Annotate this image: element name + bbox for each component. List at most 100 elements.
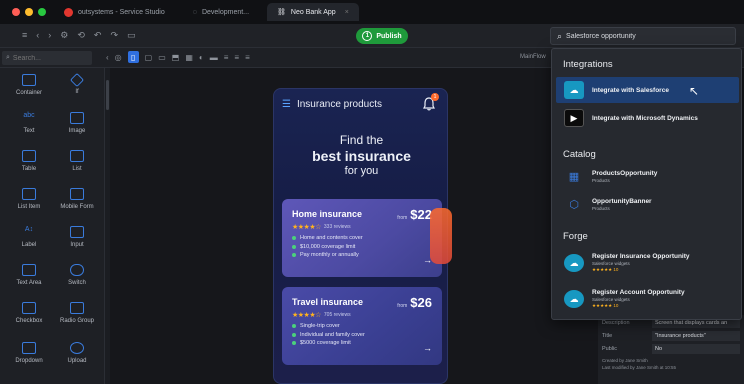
table-grid-icon: ▦ [568, 170, 580, 183]
list-item: $5000 coverage limit [292, 340, 432, 346]
theme-icon[interactable]: ◐ [199, 53, 204, 62]
publish-button[interactable]: 1 Publish [356, 28, 408, 44]
insurance-card-travel[interactable]: Travel insurance from $26 ★★★★☆ 705 revi… [282, 287, 442, 365]
widget-if[interactable]: If [54, 72, 100, 112]
widgets-scrollbar[interactable] [106, 80, 109, 110]
layout-icon[interactable]: ⬒ [172, 53, 180, 62]
widget-tree-icon[interactable]: ▬ [210, 53, 218, 62]
section-catalog: Catalog [563, 149, 596, 160]
result-register-account-opportunity[interactable]: ☁ Register Account Opportunity Salesforc… [556, 285, 739, 313]
rating: ★★★★☆ 333 reviews [292, 224, 351, 231]
checkbox-icon [22, 302, 36, 314]
search-icon: ⌕ [557, 30, 563, 41]
upload-icon [70, 342, 84, 354]
tablet-preview-icon[interactable]: ▢ [145, 53, 153, 62]
result-register-insurance-opportunity[interactable]: ☁ Register Insurance Opportunity Salesfo… [556, 249, 739, 277]
star-rating-icon: ★★★★☆ [292, 224, 321, 231]
widget-dropdown[interactable]: Dropdown [6, 342, 52, 380]
result-integrate-salesforce[interactable]: ☁ Integrate with Salesforce [556, 77, 739, 103]
undo-icon[interactable]: ↶ [94, 30, 102, 41]
table-icon [22, 150, 36, 162]
minimize-window-button[interactable] [25, 8, 33, 16]
widget-list[interactable]: List [54, 150, 100, 188]
section-integrations: Integrations [563, 59, 613, 70]
phone-screen-preview[interactable]: ☰ Insurance products 1 Find the best ins… [273, 88, 448, 384]
widget-radio-group[interactable]: Radio Group [54, 302, 100, 340]
close-window-button[interactable] [12, 8, 20, 16]
widget-image[interactable]: Image [54, 112, 100, 150]
widget-switch[interactable]: Switch [54, 264, 100, 302]
maximize-window-button[interactable] [38, 8, 46, 16]
widget-list-item[interactable]: List Item [6, 188, 52, 226]
screen-icon[interactable]: ▭ [127, 30, 136, 41]
target-icon[interactable]: ◎ [115, 53, 122, 62]
star-rating-icon: ★★★★☆ [292, 312, 321, 319]
hamburger-menu-icon[interactable]: ☰ [282, 99, 291, 110]
arrow-right-icon[interactable]: → [423, 343, 432, 353]
title-field[interactable]: "Insurance products" [652, 330, 740, 341]
widget-table[interactable]: Table [6, 150, 52, 188]
tab-development[interactable]: ◌ Development... [183, 3, 259, 21]
text-area-icon [22, 264, 36, 276]
publish-step-badge: 1 [362, 31, 373, 41]
block-icon: ⬡ [569, 198, 579, 211]
property-row: Public No [602, 343, 744, 354]
public-select[interactable]: No [652, 343, 740, 354]
window-controls [12, 8, 46, 16]
property-row: Title "Insurance products" [602, 330, 744, 341]
redo-icon[interactable]: ↷ [110, 30, 118, 41]
forge-salesforce-icon: ☁ [564, 254, 584, 272]
list-item: $10,000 coverage limit [292, 244, 432, 250]
forge-salesforce-icon: ☁ [564, 290, 584, 308]
global-search-input[interactable] [566, 32, 727, 40]
global-search[interactable]: ⌕ [550, 27, 736, 45]
check-dot-icon [292, 236, 296, 240]
result-products-opportunity[interactable]: ▦ ProductsOpportunity Products [556, 163, 739, 189]
forward-icon[interactable]: › [48, 30, 51, 41]
publish-label: Publish [376, 32, 402, 40]
notification-bell[interactable]: 1 [423, 93, 439, 111]
desktop-preview-icon[interactable]: ▭ [158, 53, 166, 62]
widget-search-input[interactable] [12, 54, 83, 62]
align-left-icon[interactable]: ≡ [224, 53, 229, 62]
grid-icon[interactable]: ▦ [185, 53, 193, 62]
widget-text-area[interactable]: Text Area [6, 264, 52, 302]
text-icon: abc [23, 112, 35, 119]
close-tab-icon[interactable]: × [345, 9, 349, 16]
widget-text[interactable]: abc Text [6, 112, 52, 150]
decorative-flare [430, 208, 452, 264]
align-right-icon[interactable]: ≡ [245, 53, 250, 62]
price: from $26 [397, 295, 432, 310]
phone-preview-icon[interactable]: ▯ [127, 51, 139, 63]
widget-label[interactable]: A↕ Label [6, 226, 52, 264]
feature-list: Home and contents cover $10,000 coverage… [292, 235, 432, 258]
hero-heading: Find the best insurance for you [312, 133, 411, 177]
tab-development-icon: ◌ [192, 8, 197, 16]
widget-mobile-form[interactable]: Mobile Form [54, 188, 100, 226]
insurance-card-home[interactable]: Home insurance from $22 ★★★★☆ 333 review… [282, 199, 442, 277]
back-icon[interactable]: ‹ [36, 30, 39, 41]
compare-icon[interactable]: ⟲ [77, 30, 85, 41]
list-item: Individual and family cover [292, 332, 432, 338]
widget-input[interactable]: Input [54, 226, 100, 264]
settings-icon[interactable]: ⚙ [60, 30, 68, 41]
widget-container[interactable]: Container [6, 74, 52, 112]
align-center-icon[interactable]: ≡ [234, 53, 239, 62]
section-forge: Forge [563, 231, 588, 242]
widget-checkbox[interactable]: Checkbox [6, 302, 52, 340]
widget-search[interactable]: ⌕ [2, 51, 92, 65]
check-dot-icon [292, 341, 296, 345]
result-integrate-dynamics[interactable]: ▶ Integrate with Microsoft Dynamics [556, 105, 739, 131]
collapse-icon[interactable]: ‹ [106, 53, 109, 62]
widget-upload[interactable]: Upload [54, 342, 100, 380]
widgets-panel: Container If abc Text Image Table List L… [0, 68, 105, 384]
tab-service-studio[interactable]: outsystems - Service Studio [54, 3, 175, 21]
if-icon [69, 72, 85, 88]
check-dot-icon [292, 332, 296, 337]
menu-icon[interactable]: ≡ [22, 30, 27, 41]
list-item: Pay monthly or annually [292, 252, 432, 258]
tab-neo-bank-app[interactable]: ⛓ Neo Bank App × [267, 3, 359, 21]
result-opportunity-banner[interactable]: ⬡ OpportunityBanner Products [556, 191, 739, 217]
screen-title: Insurance products [296, 98, 383, 110]
audit-info: Created by Jane Smith Last modified by J… [602, 358, 677, 370]
